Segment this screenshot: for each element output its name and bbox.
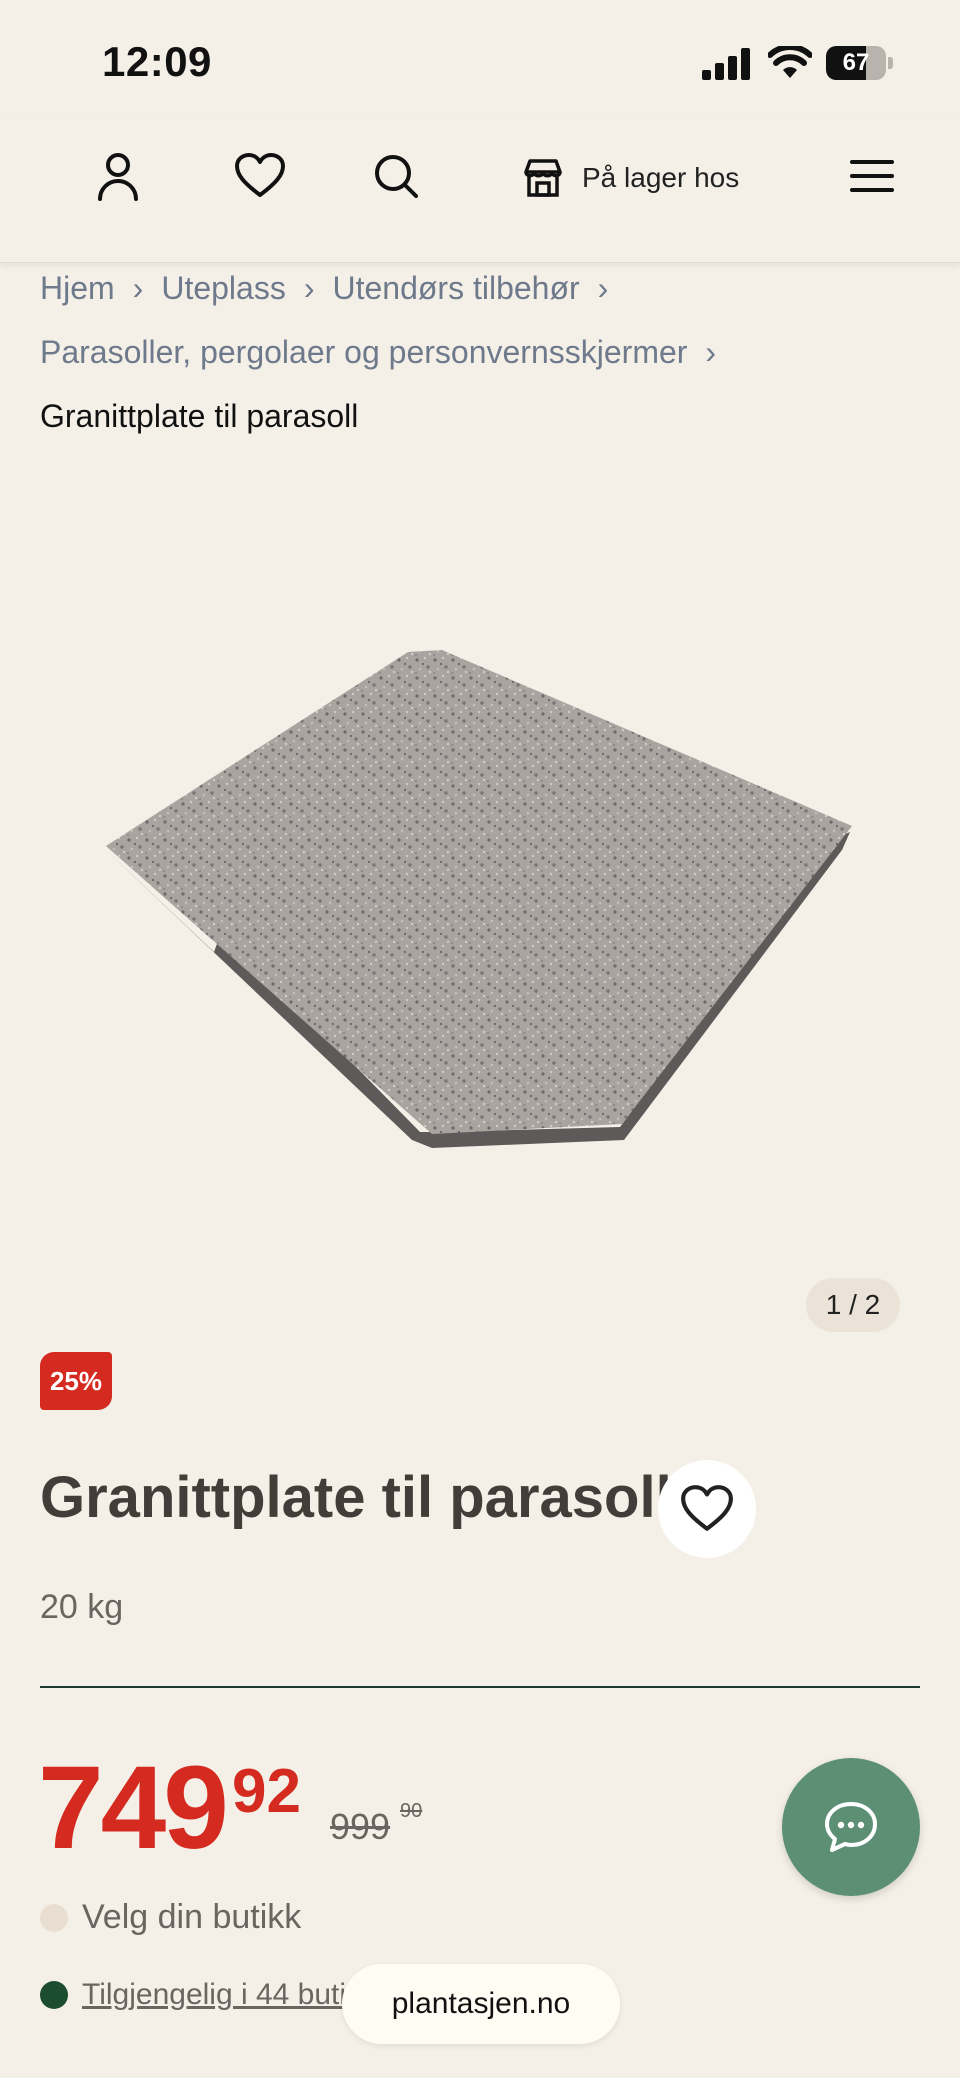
- search-icon[interactable]: [368, 148, 424, 204]
- old-price: 999 90: [330, 1800, 422, 1848]
- cellular-signal-icon: [702, 48, 750, 80]
- chat-bubble-icon: [825, 1802, 877, 1852]
- breadcrumb: Hjem › Uteplass › Utendørs tilbehør › Parasol…: [40, 256, 930, 448]
- chevron-right-icon: ›: [597, 270, 609, 306]
- old-price-main: 999: [330, 1806, 391, 1847]
- menu-icon[interactable]: [844, 148, 900, 204]
- breadcrumb-current: Granittplate til parasoll: [40, 398, 359, 434]
- divider: [40, 1686, 920, 1688]
- breadcrumb-item-utendors-tilbehor[interactable]: Utendørs tilbehør: [332, 256, 579, 320]
- account-icon[interactable]: [90, 148, 146, 204]
- store-icon: [524, 159, 562, 197]
- product-weight: 20 kg: [40, 1588, 124, 1626]
- breadcrumb-item-uteplass[interactable]: Uteplass: [161, 256, 286, 320]
- price-decimals: 92: [232, 1757, 301, 1826]
- heart-icon: [681, 1485, 733, 1531]
- add-to-favorites-button[interactable]: [658, 1460, 756, 1558]
- chat-button[interactable]: [782, 1758, 920, 1896]
- favorites-icon[interactable]: [232, 148, 288, 204]
- status-time: 12:09: [102, 38, 212, 85]
- current-price: 749 92: [38, 1740, 301, 1876]
- gallery-pager: 1 / 2: [806, 1278, 900, 1332]
- store-status-dot: [40, 1903, 68, 1932]
- product-image[interactable]: [0, 440, 960, 1280]
- wifi-icon: [768, 46, 812, 78]
- chevron-right-icon: ›: [705, 334, 717, 370]
- select-store[interactable]: Velg din butikk: [40, 1898, 301, 1937]
- breadcrumb-item-hjem[interactable]: Hjem: [40, 256, 115, 320]
- store-stock-label: På lager hos: [582, 162, 740, 193]
- battery-level: 67: [842, 49, 870, 76]
- site-header: På lager hos: [0, 120, 960, 263]
- old-price-decimals: 90: [400, 1800, 423, 1822]
- discount-badge: 25%: [40, 1352, 112, 1410]
- browser-url-bar[interactable]: plantasjen.no: [342, 1964, 620, 2044]
- price-main: 749: [38, 1742, 229, 1874]
- battery-icon: 67: [826, 46, 894, 80]
- store-stock-button[interactable]: På lager hos: [522, 150, 739, 206]
- select-store-label: Velg din butikk: [82, 1898, 302, 1936]
- breadcrumb-item-parasoller[interactable]: Parasoller, pergolaer og personvernsskje…: [40, 320, 687, 384]
- product-title: Granittplate til parasoll: [40, 1465, 672, 1530]
- chevron-right-icon: ›: [132, 270, 144, 306]
- chevron-right-icon: ›: [303, 270, 315, 306]
- status-bar: 12:09 67: [0, 0, 960, 120]
- availability-dot: [40, 1981, 68, 2009]
